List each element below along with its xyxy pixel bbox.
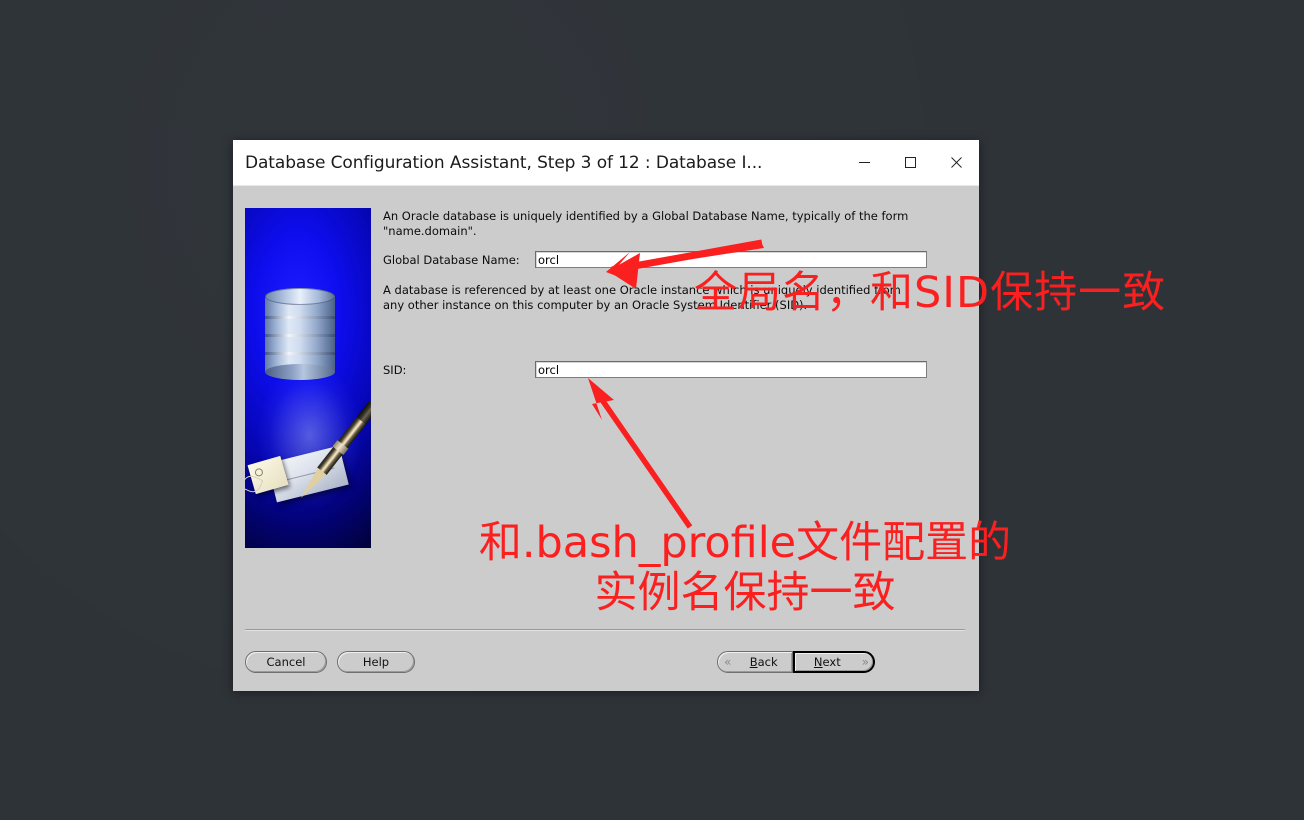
- minimize-icon: [858, 162, 870, 163]
- help-button[interactable]: Help: [337, 651, 415, 673]
- sid-description: A database is referenced by at least one…: [383, 283, 901, 312]
- sid-row: SID: orcl: [383, 361, 963, 378]
- close-button[interactable]: [933, 140, 979, 185]
- next-button-label: Next: [813, 655, 841, 669]
- chevron-right-icon: »: [861, 655, 869, 669]
- sid-input[interactable]: orcl: [535, 361, 927, 378]
- maximize-icon: [904, 157, 916, 168]
- sid-label: SID:: [383, 362, 407, 377]
- global-db-name-row: Global Database Name: orcl: [383, 251, 963, 268]
- back-button-label: Back: [749, 655, 778, 669]
- window-body: An Oracle database is uniquely identifie…: [233, 186, 979, 691]
- dbca-window: Database Configuration Assistant, Step 3…: [233, 140, 979, 691]
- cylinder-ring: [265, 352, 335, 355]
- oracle-database-banner-image: [245, 208, 371, 548]
- form-area: An Oracle database is uniquely identifie…: [371, 208, 979, 629]
- global-db-name-label: Global Database Name:: [383, 252, 520, 267]
- cylinder-top: [265, 288, 335, 305]
- minimize-button[interactable]: [841, 140, 887, 185]
- content-area: An Oracle database is uniquely identifie…: [233, 186, 979, 629]
- window-titlebar: Database Configuration Assistant, Step 3…: [233, 140, 979, 186]
- chevron-left-icon: «: [724, 655, 732, 669]
- cancel-button-label: Cancel: [266, 655, 306, 669]
- database-cylinder-icon: [265, 288, 335, 380]
- cancel-button[interactable]: Cancel: [245, 651, 327, 673]
- next-button[interactable]: Next »: [793, 651, 875, 673]
- close-icon: [950, 157, 962, 168]
- global-db-description: An Oracle database is uniquely identifie…: [383, 209, 909, 238]
- cylinder-ring: [265, 334, 335, 337]
- back-button[interactable]: « Back: [717, 651, 793, 673]
- cylinder-ring: [265, 316, 335, 319]
- cylinder-bottom: [265, 364, 335, 380]
- window-title: Database Configuration Assistant, Step 3…: [245, 152, 763, 173]
- footer-separator: [245, 629, 965, 630]
- global-db-name-input[interactable]: orcl: [535, 251, 927, 268]
- dialog-footer: Cancel Help « Back Next »: [233, 629, 979, 691]
- help-button-label: Help: [362, 655, 390, 669]
- maximize-button[interactable]: [887, 140, 933, 185]
